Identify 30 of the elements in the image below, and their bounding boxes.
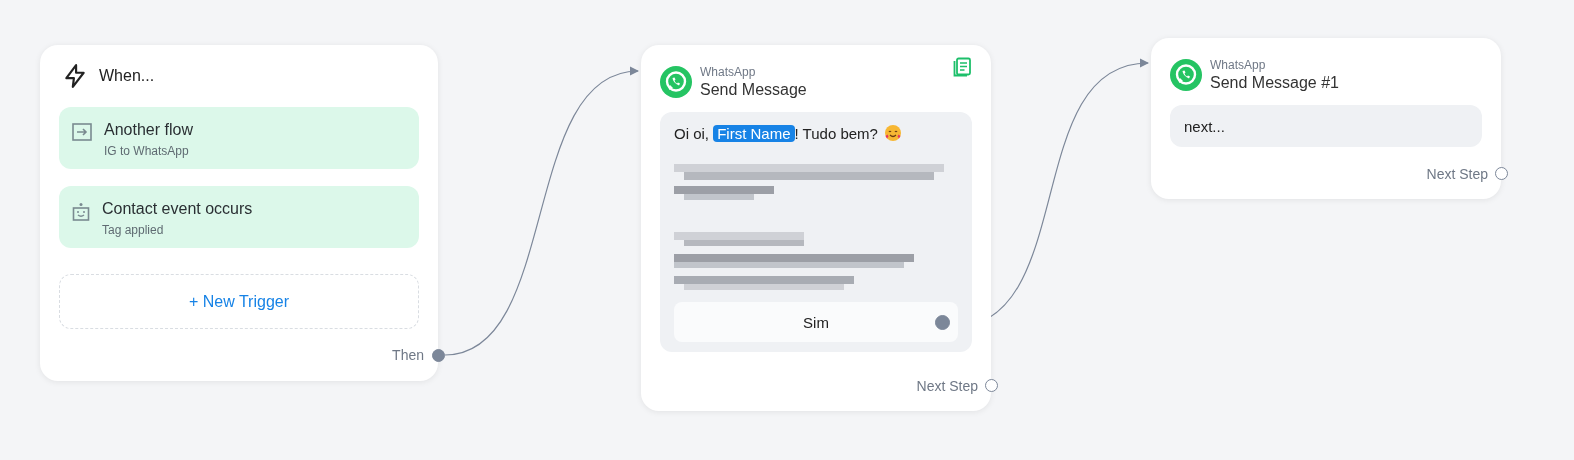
trigger-card[interactable]: Another flow IG to WhatsApp [59,107,419,169]
node-title: Send Message #1 [1210,73,1339,92]
app-name: WhatsApp [700,64,757,79]
message-box[interactable]: Oi oi, First Name ! Tudo bem? Sim [660,112,972,352]
lightning-icon [62,63,88,89]
trigger-title: Another flow [104,121,193,139]
app-name: WhatsApp [1210,57,1267,72]
new-trigger-button[interactable]: + New Trigger [59,274,419,329]
trigger-subtitle: Tag applied [102,223,165,237]
node-card[interactable]: When... Another flow IG to WhatsApp Contact event occurs Tag applied + New Trigger Then [40,45,438,381]
robot-icon [72,202,90,222]
trigger-title: Contact event occurs [102,200,253,218]
message-box[interactable]: next... [1170,105,1482,147]
node-card[interactable]: WhatsApp Send Message Oi oi, First Name ! Tudo bem? Sim Next Step [641,45,991,411]
message-text: next... [1184,117,1225,135]
chat-bubble-icon [660,65,692,98]
output-label: Next Step [1426,166,1488,182]
node-title: When... [99,67,155,85]
connection-port[interactable] [935,315,950,330]
output-label: Then [392,347,424,363]
trigger-card[interactable]: Contact event occurs Tag applied [59,186,419,248]
output-label: Next Step [916,378,978,394]
message-text: Oi oi, First Name ! Tudo bem? [674,124,878,142]
chat-bubble-icon [1170,58,1202,91]
trigger-subtitle: IG to WhatsApp [104,144,190,158]
node-title: Send Message [700,80,807,99]
reply-button[interactable]: Sim [674,302,958,342]
enter-icon [72,123,92,141]
node-card[interactable]: WhatsApp Send Message #1 next... Next Step [1151,38,1501,199]
notes-icon[interactable] [952,57,972,77]
